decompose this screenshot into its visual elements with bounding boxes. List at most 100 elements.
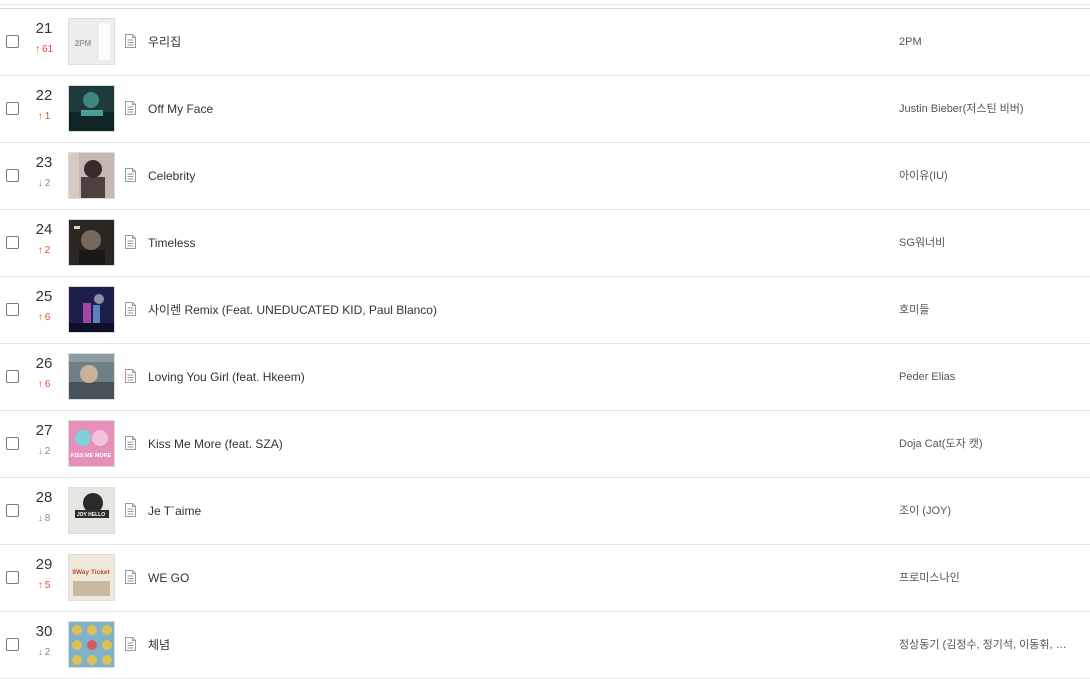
- rank-change-value: 6: [44, 312, 51, 323]
- select-checkbox[interactable]: [6, 370, 19, 383]
- album-cover[interactable]: [68, 85, 115, 132]
- song-title[interactable]: Off My Face: [148, 101, 213, 117]
- album-cover[interactable]: [68, 219, 115, 266]
- select-checkbox[interactable]: [6, 504, 19, 517]
- rank-change-value: 61: [41, 44, 54, 55]
- album-cover[interactable]: [68, 353, 115, 400]
- arrow-up-icon: ↑: [34, 44, 40, 55]
- chart-row: 24 ↑ 2 Timeless SG워너비: [0, 210, 1090, 277]
- select-checkbox[interactable]: [6, 437, 19, 450]
- song-title[interactable]: 사이렌 Remix (Feat. UNEDUCATED KID, Paul Bl…: [148, 302, 437, 318]
- artist-name[interactable]: 2PM: [899, 35, 1079, 49]
- song-info-icon[interactable]: [123, 167, 138, 183]
- song-title[interactable]: 체념: [148, 637, 170, 653]
- artist-name[interactable]: 아이유(IU): [899, 169, 1079, 183]
- song-title[interactable]: Loving You Girl (feat. Hkeem): [148, 369, 305, 385]
- rank-change: ↑ 2: [26, 245, 62, 257]
- artist-name[interactable]: Doja Cat(도자 캣): [899, 437, 1079, 451]
- album-cover[interactable]: [68, 286, 115, 333]
- album-cover[interactable]: [68, 621, 115, 668]
- rank-number: 21: [35, 20, 53, 37]
- song-info-icon[interactable]: [123, 435, 138, 451]
- chart-list: 21 ↑ 61 2PM 우리집 2PM 22 ↑ 1 Off My Face J…: [0, 9, 1090, 679]
- song-info-icon[interactable]: [123, 502, 138, 518]
- select-checkbox[interactable]: [6, 571, 19, 584]
- rank-change-value: 6: [44, 379, 51, 390]
- cover-lettering: KISS ME MORE: [71, 453, 112, 459]
- rank-number: 26: [35, 355, 53, 372]
- chart-row: 23 ↓ 2 Celebrity 아이유(IU): [0, 143, 1090, 210]
- rank-change: ↑ 6: [26, 312, 62, 324]
- song-info-icon[interactable]: [123, 569, 138, 585]
- artist-name[interactable]: Justin Bieber(저스틴 비버): [899, 102, 1079, 116]
- album-art: [69, 622, 114, 667]
- arrow-up-icon: ↑: [37, 312, 43, 323]
- album-art: [69, 86, 114, 131]
- rank-change-value: 2: [44, 446, 51, 457]
- chart-row: 30 ↓ 2 체념 정상동기 (김정수, 정기석, 이동휘, …: [0, 612, 1090, 679]
- chart-row: 28 ↓ 8 JOY HELLO Je T´aime 조이 (JOY): [0, 478, 1090, 545]
- rank-change-value: 2: [44, 647, 51, 658]
- song-title[interactable]: 우리집: [148, 34, 181, 50]
- top-divider: [0, 4, 1090, 5]
- artist-name[interactable]: 조이 (JOY): [899, 504, 1079, 518]
- rank-change: ↓ 8: [26, 513, 62, 525]
- select-checkbox[interactable]: [6, 169, 19, 182]
- album-cover[interactable]: 2PM: [68, 18, 115, 65]
- rank-change: ↑ 1: [26, 111, 62, 123]
- rank-change-value: 5: [44, 580, 51, 591]
- song-title[interactable]: Timeless: [148, 235, 196, 251]
- album-art: 2PM: [69, 19, 114, 64]
- arrow-up-icon: ↑: [37, 245, 43, 256]
- artist-name[interactable]: 프로미스나인: [899, 571, 1079, 585]
- chart-row: 22 ↑ 1 Off My Face Justin Bieber(저스틴 비버): [0, 76, 1090, 143]
- arrow-up-icon: ↑: [37, 580, 43, 591]
- album-art: 9Way Ticket: [69, 555, 114, 600]
- song-title[interactable]: WE GO: [148, 570, 189, 586]
- artist-name[interactable]: SG워너비: [899, 236, 1079, 250]
- arrow-down-icon: ↓: [37, 513, 43, 524]
- artist-name[interactable]: Peder Elias: [899, 370, 1079, 384]
- album-art: [69, 220, 114, 265]
- select-checkbox[interactable]: [6, 102, 19, 115]
- song-title[interactable]: Je T´aime: [148, 503, 201, 519]
- album-cover[interactable]: 9Way Ticket: [68, 554, 115, 601]
- artist-name[interactable]: 정상동기 (김정수, 정기석, 이동휘, …: [899, 638, 1079, 652]
- chart-row: 29 ↑ 5 9Way Ticket WE GO 프로미스나인: [0, 545, 1090, 612]
- cover-lettering: JOY HELLO: [77, 512, 105, 518]
- artist-name[interactable]: 호미들: [899, 303, 1079, 317]
- song-info-icon[interactable]: [123, 100, 138, 116]
- album-art: JOY HELLO: [69, 488, 114, 533]
- song-info-icon[interactable]: [123, 33, 138, 49]
- cover-lettering: 9Way Ticket: [72, 569, 110, 576]
- select-checkbox[interactable]: [6, 638, 19, 651]
- arrow-up-icon: ↑: [37, 379, 43, 390]
- arrow-up-icon: ↑: [37, 111, 43, 122]
- arrow-down-icon: ↓: [37, 446, 43, 457]
- album-cover[interactable]: KISS ME MORE: [68, 420, 115, 467]
- album-art: [69, 287, 114, 332]
- song-title[interactable]: Kiss Me More (feat. SZA): [148, 436, 283, 452]
- rank-change: ↓ 2: [26, 178, 62, 190]
- select-checkbox[interactable]: [6, 236, 19, 249]
- song-info-icon[interactable]: [123, 234, 138, 250]
- album-cover[interactable]: [68, 152, 115, 199]
- song-info-icon[interactable]: [123, 368, 138, 384]
- album-cover[interactable]: JOY HELLO: [68, 487, 115, 534]
- chart-row: 21 ↑ 61 2PM 우리집 2PM: [0, 9, 1090, 76]
- song-title[interactable]: Celebrity: [148, 168, 195, 184]
- chart-row: 25 ↑ 6 사이렌 Remix (Feat. UNEDUCATED KID, P…: [0, 277, 1090, 344]
- select-checkbox[interactable]: [6, 303, 19, 316]
- album-art: [69, 354, 114, 399]
- rank-number: 25: [35, 288, 53, 305]
- cover-lettering: 2PM: [75, 39, 92, 48]
- song-info-icon[interactable]: [123, 636, 138, 652]
- rank-number: 30: [35, 623, 53, 640]
- album-art: KISS ME MORE: [69, 421, 114, 466]
- rank-number: 28: [35, 489, 53, 506]
- rank-number: 29: [35, 556, 53, 573]
- song-info-icon[interactable]: [123, 301, 138, 317]
- select-checkbox[interactable]: [6, 35, 19, 48]
- rank-number: 22: [35, 87, 53, 104]
- album-art: [69, 153, 114, 198]
